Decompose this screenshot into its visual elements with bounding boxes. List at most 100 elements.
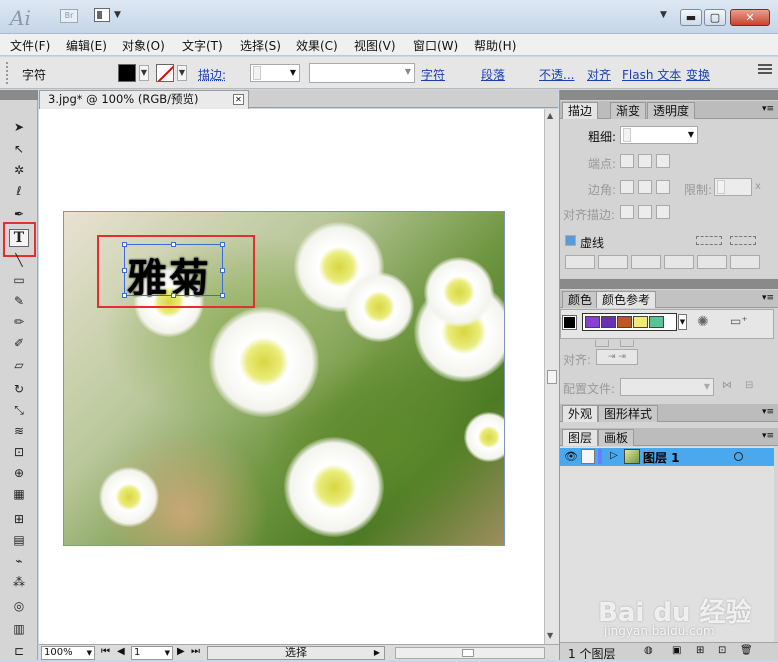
dash-preset-icon[interactable] [730,236,756,245]
selection-handle[interactable] [122,242,127,247]
blob-brush-tool-icon[interactable]: ✐ [9,334,29,352]
opacity-link[interactable]: 不透... [539,66,574,83]
current-tool-status[interactable]: 选择 ▶ [207,646,385,660]
gap-field[interactable] [598,255,628,269]
expand-triangle-icon[interactable]: ▷ [610,450,618,461]
selection-handle[interactable] [122,293,127,298]
align-link[interactable]: 对齐 [587,66,611,83]
harmony-swatch[interactable] [585,316,600,328]
panel-menu-icon[interactable]: ▾≡ [762,431,774,441]
column-graph-tool-icon[interactable]: ▥ [9,620,29,638]
tab-artboards[interactable]: 画板 [598,429,635,446]
stroke-weight-field[interactable]: ▼ [620,126,698,144]
eraser-tool-icon[interactable]: ▱ [9,356,29,374]
selection-handle[interactable] [122,268,127,273]
align-outside-icon[interactable] [656,205,670,219]
close-button[interactable]: ✕ [730,9,770,26]
minimize-button[interactable]: ▬ [680,9,702,26]
selection-handle[interactable] [220,242,225,247]
selection-tool-icon[interactable]: ➤ [9,118,29,136]
align-inside-icon[interactable] [638,205,652,219]
scroll-down-icon[interactable]: ▼ [547,631,553,640]
miter-join-icon[interactable] [620,180,634,194]
dash-field[interactable] [697,255,727,269]
fill-dropdown-icon[interactable]: ▼ [139,65,149,81]
first-page-icon[interactable]: ⏮ [101,646,110,657]
tab-color-guide[interactable]: 颜色参考 [596,291,657,308]
scroll-up-icon[interactable]: ▲ [547,111,553,120]
direct-selection-tool-icon[interactable]: ↖ [9,140,29,158]
gap-field[interactable] [730,255,760,269]
shape-builder-tool-icon[interactable]: ⊕ [9,464,29,482]
panel-dock-header[interactable] [560,90,778,100]
stepper-icon[interactable] [253,66,261,80]
horizontal-scrollbar[interactable] [395,647,545,659]
zoom-combo[interactable]: 100% ▼ [41,646,95,660]
distribute-icon[interactable]: ⊟ [745,380,753,391]
round-join-icon[interactable] [638,180,652,194]
warp-tool-icon[interactable]: ≋ [9,422,29,440]
stepper-icon[interactable] [623,128,631,142]
maximize-button[interactable]: ▢ [704,9,726,26]
base-color-swatch[interactable] [562,315,577,330]
dash-preset-icon[interactable] [696,236,722,245]
vertical-scrollbar[interactable]: ▲ ▼ [544,109,559,644]
scroll-thumb[interactable] [462,649,474,657]
font-family-combo[interactable]: ▼ [309,63,415,83]
align-spine-icon[interactable]: ⋈ [722,380,732,391]
last-page-icon[interactable]: ⏭ [191,646,200,657]
lock-toggle[interactable] [581,449,595,464]
previous-page-icon[interactable]: ◀ [117,646,125,657]
selection-handle[interactable] [220,293,225,298]
next-page-icon[interactable]: ▶ [177,646,185,657]
rectangle-tool-icon[interactable]: ▭ [9,271,29,289]
tab-color[interactable]: 颜色 [562,291,599,308]
options-icon[interactable] [620,340,634,347]
tab-layers[interactable]: 图层 [562,429,599,446]
character-link[interactable]: 字符 [421,66,445,83]
new-sublayer-icon[interactable]: ⊞ [696,645,704,656]
paragraph-link[interactable]: 段落 [481,66,505,83]
visibility-eye-icon[interactable]: 👁 [564,450,578,463]
artboard-tool-icon[interactable]: ⊏ [9,642,29,660]
pen-tool-icon[interactable]: ✒ [9,205,29,223]
close-icon[interactable]: ✕ [233,94,244,105]
round-cap-icon[interactable] [638,154,652,168]
panel-menu-icon[interactable]: ▾≡ [762,104,774,114]
stepper-icon[interactable] [717,180,725,194]
harmony-swatch[interactable] [633,316,648,328]
options-icon[interactable] [595,340,609,347]
rotate-tool-icon[interactable]: ↻ [9,380,29,398]
menu-file[interactable]: 文件(F) [10,37,50,54]
panel-grip[interactable] [6,62,10,84]
edit-colors-icon[interactable]: ✺ [697,314,709,330]
flash-text-link[interactable]: Flash 文本 [622,66,681,83]
workspace-switcher-icon[interactable]: ▼ [660,10,667,20]
panel-menu-icon[interactable]: ▾≡ [762,293,774,303]
dash-field[interactable] [565,255,595,269]
menu-edit[interactable]: 编辑(E) [66,37,107,54]
menu-select[interactable]: 选择(S) [240,37,281,54]
tab-stroke[interactable]: 描边 [562,102,599,119]
tab-appearance[interactable]: 外观 [562,405,599,422]
color-panel-header[interactable] [560,279,778,289]
selection-handle[interactable] [171,242,176,247]
menu-help[interactable]: 帮助(H) [474,37,516,54]
stroke-label-link[interactable]: 描边: [198,66,226,83]
dash-field[interactable] [631,255,661,269]
line-tool-icon[interactable]: ╲ [9,251,29,269]
delete-layer-icon[interactable]: 🗑 [740,645,753,656]
magic-wand-tool-icon[interactable]: ✲ [9,161,29,179]
profile-dropdown[interactable]: ▼ [620,378,714,396]
eyedropper-tool-icon[interactable]: ⌁ [9,552,29,570]
text-selection-bounds[interactable] [124,244,223,296]
align-center-icon[interactable] [620,205,634,219]
scroll-thumb[interactable] [547,370,557,384]
tools-panel-header[interactable] [0,90,38,100]
mesh-tool-icon[interactable]: ⊞ [9,510,29,528]
menu-window[interactable]: 窗口(W) [413,37,458,54]
square-cap-icon[interactable] [656,154,670,168]
gradient-tool-icon[interactable]: ▤ [9,531,29,549]
miter-limit-field[interactable] [714,178,752,196]
new-layer-icon[interactable]: ⊡ [718,645,726,656]
